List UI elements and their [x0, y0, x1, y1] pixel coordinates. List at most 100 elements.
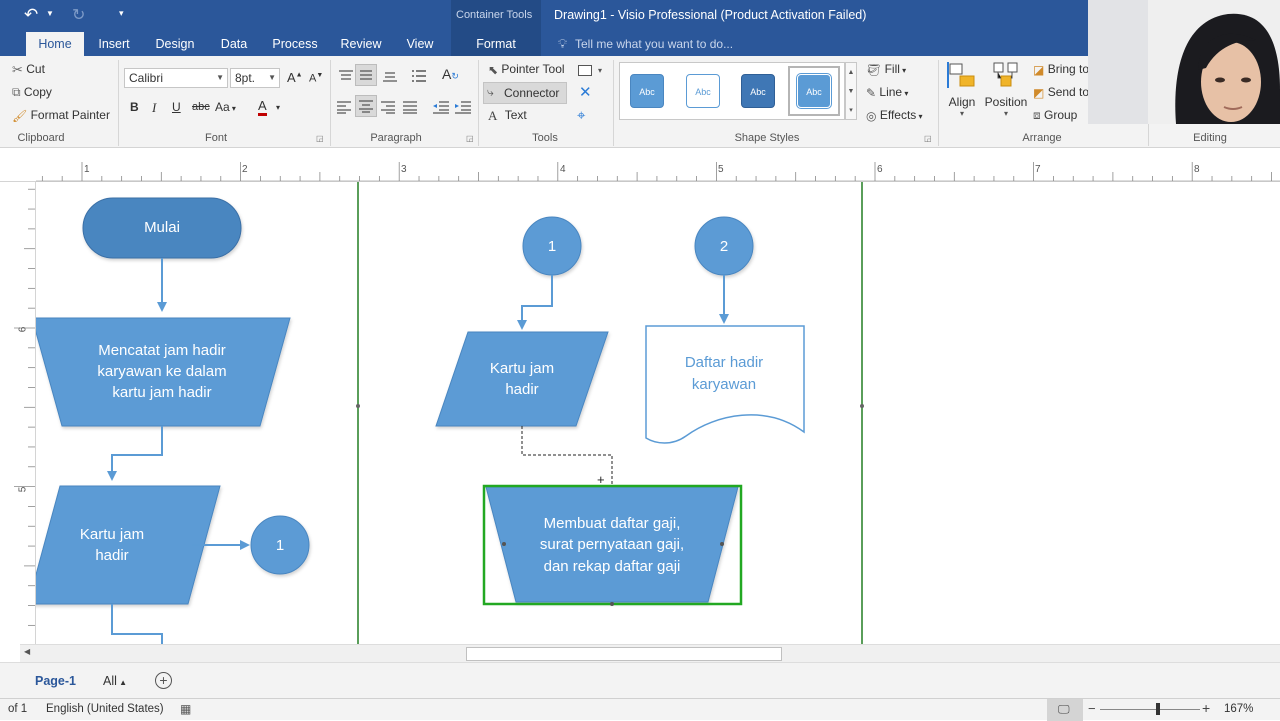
container-handle[interactable]: [860, 404, 864, 408]
redo-icon[interactable]: ↻: [72, 5, 85, 25]
cut-button[interactable]: ✂ Cut: [12, 62, 45, 78]
horizontal-scrollbar[interactable]: ◀: [20, 644, 1280, 662]
shape-style-1[interactable]: Abc: [630, 74, 664, 108]
align-left-icon[interactable]: [336, 100, 352, 114]
group-button[interactable]: ⧈ Group: [1033, 108, 1077, 123]
tab-home[interactable]: Home: [26, 32, 84, 56]
dialog-launcher-icon[interactable]: ◲: [466, 134, 474, 143]
copy-button[interactable]: ⧉ Copy: [12, 85, 52, 100]
kartu-left-line-1: Kartu jam: [80, 526, 144, 543]
increase-indent-icon[interactable]: [454, 100, 472, 114]
align-right-icon[interactable]: [380, 100, 396, 114]
membuat-manual-operation[interactable]: Membuat daftar gaji, surat pernyataan ga…: [485, 486, 739, 603]
mencatat-manual-operation[interactable]: Mencatat jam hadir karyawan ke dalam kar…: [36, 317, 291, 427]
line-button[interactable]: ✎ Line ▾: [866, 85, 908, 100]
presentation-mode-button[interactable]: 🖵︎: [1047, 699, 1083, 721]
tab-design[interactable]: Design: [150, 32, 200, 56]
off-page-connector-1-left[interactable]: 1: [250, 515, 310, 575]
shape-style-4[interactable]: Abc: [797, 74, 831, 108]
undo-icon[interactable]: ↶: [24, 5, 38, 25]
zoom-in-icon[interactable]: +: [1202, 700, 1210, 716]
selection-handle[interactable]: [502, 542, 506, 546]
decrease-indent-icon[interactable]: [432, 100, 450, 114]
connector-button[interactable]: ⤷ Connector: [483, 82, 567, 104]
shape-style-2[interactable]: Abc: [686, 74, 720, 108]
off-page-connector-2[interactable]: 2: [694, 216, 754, 276]
macro-icon[interactable]: ▦: [180, 702, 191, 716]
connector-line[interactable]: [111, 604, 163, 644]
tab-review[interactable]: Review: [336, 32, 386, 56]
tab-view[interactable]: View: [402, 32, 438, 56]
off-page-connector-1[interactable]: 1: [522, 216, 582, 276]
scroll-thumb[interactable]: [466, 647, 782, 661]
italic-icon[interactable]: I: [152, 100, 156, 116]
align-bottom-icon[interactable]: [382, 68, 398, 84]
zoom-slider-thumb[interactable]: [1156, 703, 1160, 715]
close-icon[interactable]: ✕: [579, 83, 592, 101]
ruler-label-3: 3: [401, 164, 407, 175]
selection-handle[interactable]: [720, 542, 724, 546]
horizontal-ruler[interactable]: 1 2 3 4 5 6 7 8: [0, 148, 1280, 182]
webcam-overlay: [1088, 0, 1280, 124]
align-middle-icon-glyph: [360, 70, 372, 80]
align-center-icon[interactable]: [355, 95, 377, 117]
page-tab-1[interactable]: Page-1: [35, 674, 76, 688]
dialog-launcher-icon[interactable]: ◲: [924, 134, 932, 143]
bullets-icon[interactable]: [410, 68, 428, 84]
text-direction-icon[interactable]: A↻: [442, 66, 459, 82]
send-label: Send to: [1047, 85, 1090, 99]
connection-point-icon[interactable]: ⌖: [577, 107, 585, 124]
presentation-icon: 🖵︎: [1058, 702, 1070, 716]
drawing-canvas[interactable]: Mulai Mencatat jam hadir karyawan ke dal…: [36, 182, 1280, 644]
bring-to-front-button[interactable]: ◪ Bring to: [1033, 62, 1089, 77]
connector-line[interactable]: [517, 275, 553, 330]
language-indicator[interactable]: English (United States): [46, 703, 164, 715]
mulai-terminator[interactable]: Mulai: [82, 197, 242, 259]
tab-format[interactable]: Format: [451, 32, 541, 56]
connector-line[interactable]: [107, 426, 163, 481]
bold-icon[interactable]: B: [130, 100, 139, 114]
container-handle[interactable]: [356, 404, 360, 408]
change-case-icon[interactable]: Aa ▾: [215, 100, 236, 114]
zoom-level[interactable]: 167%: [1224, 703, 1253, 715]
font-size-select[interactable]: 8pt. ▼: [230, 68, 280, 88]
customize-toolbar-icon[interactable]: ▾: [119, 8, 124, 19]
tab-process[interactable]: Process: [268, 32, 322, 56]
font-family-select[interactable]: Calibri ▼: [124, 68, 228, 88]
all-pages-button[interactable]: All ▲: [103, 674, 127, 688]
format-painter-button[interactable]: 🖌︎ Format Painter: [12, 108, 110, 123]
pointer-tool-button[interactable]: ⬉ Pointer Tool: [488, 62, 565, 77]
align-middle-icon[interactable]: [355, 64, 377, 86]
vertical-ruler[interactable]: 6 5: [0, 182, 36, 644]
font-color-icon[interactable]: A: [258, 99, 267, 116]
zoom-out-icon[interactable]: −: [1088, 701, 1096, 716]
underline-icon[interactable]: U: [172, 100, 181, 114]
text-tool-button[interactable]: A Text: [488, 108, 527, 124]
font-color-dropdown-icon[interactable]: ▾: [276, 103, 280, 112]
selection-handle[interactable]: [610, 602, 614, 606]
rectangle-dropdown-icon[interactable]: ▾: [598, 66, 602, 75]
align-top-icon[interactable]: [338, 68, 354, 84]
tell-me-box[interactable]: Tell me what you want to do...: [575, 37, 733, 51]
undo-dropdown-icon[interactable]: ▼: [46, 9, 54, 18]
daftar-hadir-document[interactable]: Daftar hadir karyawan: [645, 325, 805, 444]
send-to-back-button[interactable]: ◩ Send to: [1033, 85, 1089, 100]
dialog-launcher-icon[interactable]: ◲: [316, 134, 324, 143]
scroll-left-icon[interactable]: ◀: [24, 647, 30, 656]
shrink-font-icon[interactable]: A▼: [309, 72, 323, 85]
grow-font-icon[interactable]: A▲: [287, 70, 303, 85]
effects-button[interactable]: ◎ Effects ▾: [866, 108, 923, 123]
strikethrough-icon[interactable]: abc: [192, 101, 210, 113]
position-button[interactable]: Position ▾: [984, 60, 1028, 126]
gallery-scroll[interactable]: ▲ ▼ ▾: [845, 62, 857, 120]
tab-data[interactable]: Data: [216, 32, 252, 56]
align-button[interactable]: Align ▾: [944, 60, 980, 126]
kartu-jam-hadir-data-mid[interactable]: Kartu jam hadir: [435, 331, 609, 427]
rectangle-tool-icon[interactable]: [578, 65, 592, 76]
zoom-slider-track[interactable]: [1100, 709, 1200, 710]
shape-style-3[interactable]: Abc: [741, 74, 775, 108]
add-page-icon[interactable]: +: [155, 672, 172, 689]
tab-insert[interactable]: Insert: [92, 32, 136, 56]
fill-button[interactable]: 🪣︎ Fill ▾: [866, 62, 906, 77]
justify-icon[interactable]: [402, 100, 418, 114]
